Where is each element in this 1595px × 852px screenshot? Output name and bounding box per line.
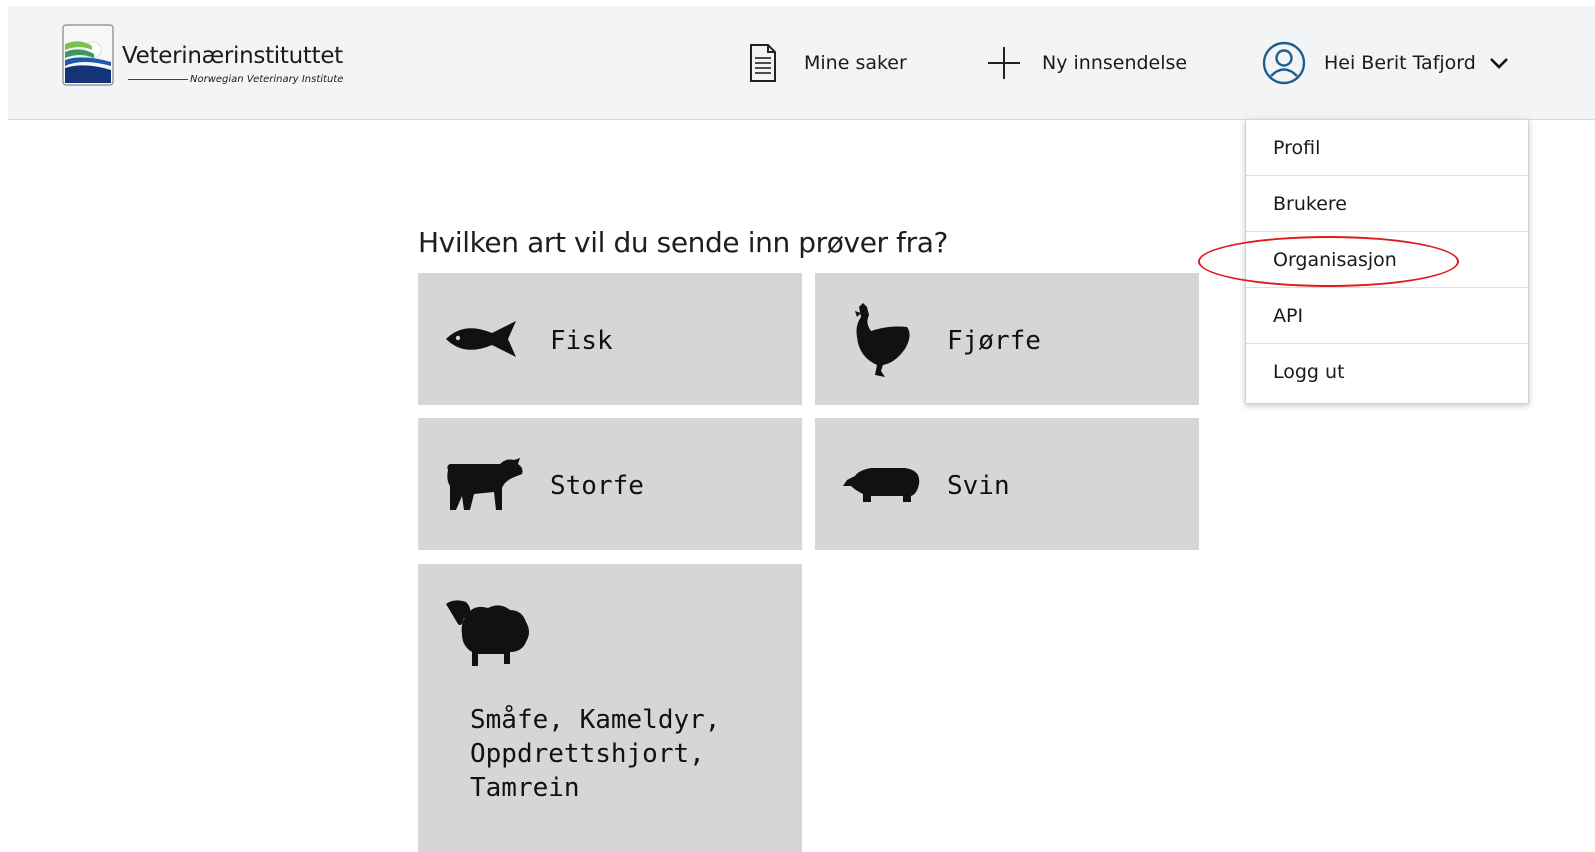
- veterinary-institute-logo-icon: [62, 24, 114, 86]
- logo-name: Veterinærinstituttet: [122, 43, 343, 69]
- species-label-smafe: Småfe, Kameldyr, Oppdrettshjort, Tamrein: [470, 705, 721, 803]
- fish-icon: [446, 321, 516, 357]
- species-label-storfe: Storfe: [550, 471, 644, 501]
- nav-ny-innsendelse[interactable]: Ny innsendelse: [986, 6, 1187, 119]
- chevron-down-icon: [1489, 57, 1508, 69]
- chicken-icon: [855, 303, 910, 377]
- nav-mine-saker[interactable]: Mine saker: [748, 6, 907, 119]
- species-card-fisk[interactable]: Fisk: [418, 273, 802, 405]
- species-card-fjorfe[interactable]: Fjørfe: [815, 273, 1199, 405]
- nav-mine-saker-label: Mine saker: [804, 51, 907, 74]
- species-card-svin[interactable]: Svin: [815, 418, 1199, 550]
- document-icon: [750, 43, 776, 82]
- sheep-icon: [446, 600, 529, 666]
- menu-item-brukere[interactable]: Brukere: [1246, 176, 1528, 232]
- cow-icon: [447, 458, 523, 510]
- user-dropdown-menu: Profil Brukere Organisasjon API Logg ut: [1245, 119, 1529, 404]
- plus-icon: [988, 46, 1020, 79]
- menu-item-api[interactable]: API: [1246, 288, 1528, 344]
- nav-ny-innsendelse-label: Ny innsendelse: [1042, 51, 1188, 74]
- species-label-fisk: Fisk: [550, 326, 613, 356]
- pig-icon: [843, 468, 920, 502]
- species-card-smafe[interactable]: Småfe, Kameldyr, Oppdrettshjort, Tamrein: [418, 564, 802, 852]
- menu-item-organisasjon[interactable]: Organisasjon: [1246, 232, 1528, 288]
- user-circle-icon: [1262, 41, 1306, 84]
- top-header: Veterinærinstituttet Norwegian Veterinar…: [8, 6, 1595, 120]
- menu-item-logg-ut[interactable]: Logg ut: [1246, 344, 1528, 400]
- user-greeting: Hei Berit Tafjord: [1324, 51, 1476, 74]
- menu-item-profil[interactable]: Profil: [1246, 120, 1528, 176]
- species-card-storfe[interactable]: Storfe: [418, 418, 802, 550]
- user-menu-toggle[interactable]: Hei Berit Tafjord: [1262, 6, 1510, 119]
- logo-divider: [128, 79, 188, 80]
- species-label-svin: Svin: [947, 471, 1010, 501]
- species-label-fjorfe: Fjørfe: [947, 326, 1041, 356]
- logo-subtitle: Norwegian Veterinary Institute: [190, 74, 344, 85]
- page-question: Hvilken art vil du sende inn prøver fra?: [418, 226, 948, 259]
